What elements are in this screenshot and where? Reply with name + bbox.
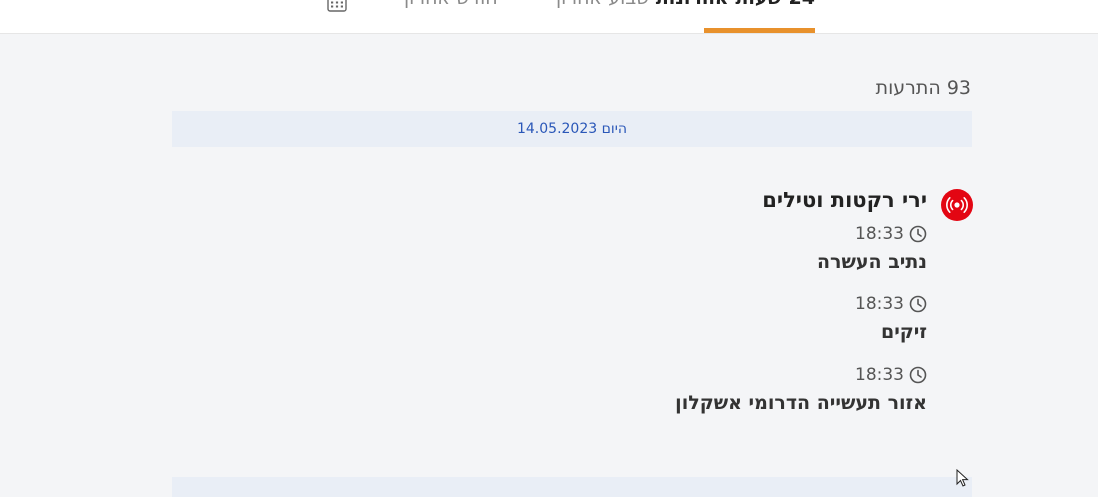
alert-title: ירי רקטות וטילים (762, 188, 927, 212)
entry-location: זיקים (880, 321, 927, 343)
next-date-banner (172, 477, 972, 497)
mouse-cursor-icon (956, 469, 969, 487)
date-banner: היום 14.05.2023 (172, 111, 972, 147)
entry-time: 18:33 (855, 365, 927, 385)
entry-location: אזור תעשייה הדרומי אשקלון (675, 392, 927, 414)
active-tab-indicator (704, 28, 815, 33)
alerts-count: 93 התרעות (875, 77, 971, 99)
entry-time-value: 18:33 (855, 224, 904, 244)
entry-location: נתיב העשרה (817, 251, 927, 273)
tab-last-week[interactable]: שבוע אחרון (556, 0, 650, 9)
tab-last-month[interactable]: חודש אחרון (404, 0, 498, 9)
clock-icon (909, 225, 927, 243)
clock-icon (909, 366, 927, 384)
period-tabbar: 24 שעות אחרונות שבוע אחרון חודש אחרון (0, 0, 1098, 34)
tab-last-24-hours[interactable]: 24 שעות אחרונות (656, 0, 815, 9)
entry-time-value: 18:33 (855, 294, 904, 314)
clock-icon (909, 295, 927, 313)
calendar-icon[interactable] (327, 0, 347, 12)
entry-time-value: 18:33 (855, 365, 904, 385)
broadcast-icon (941, 189, 973, 221)
entry-time: 18:33 (855, 294, 927, 314)
entry-time: 18:33 (855, 224, 927, 244)
